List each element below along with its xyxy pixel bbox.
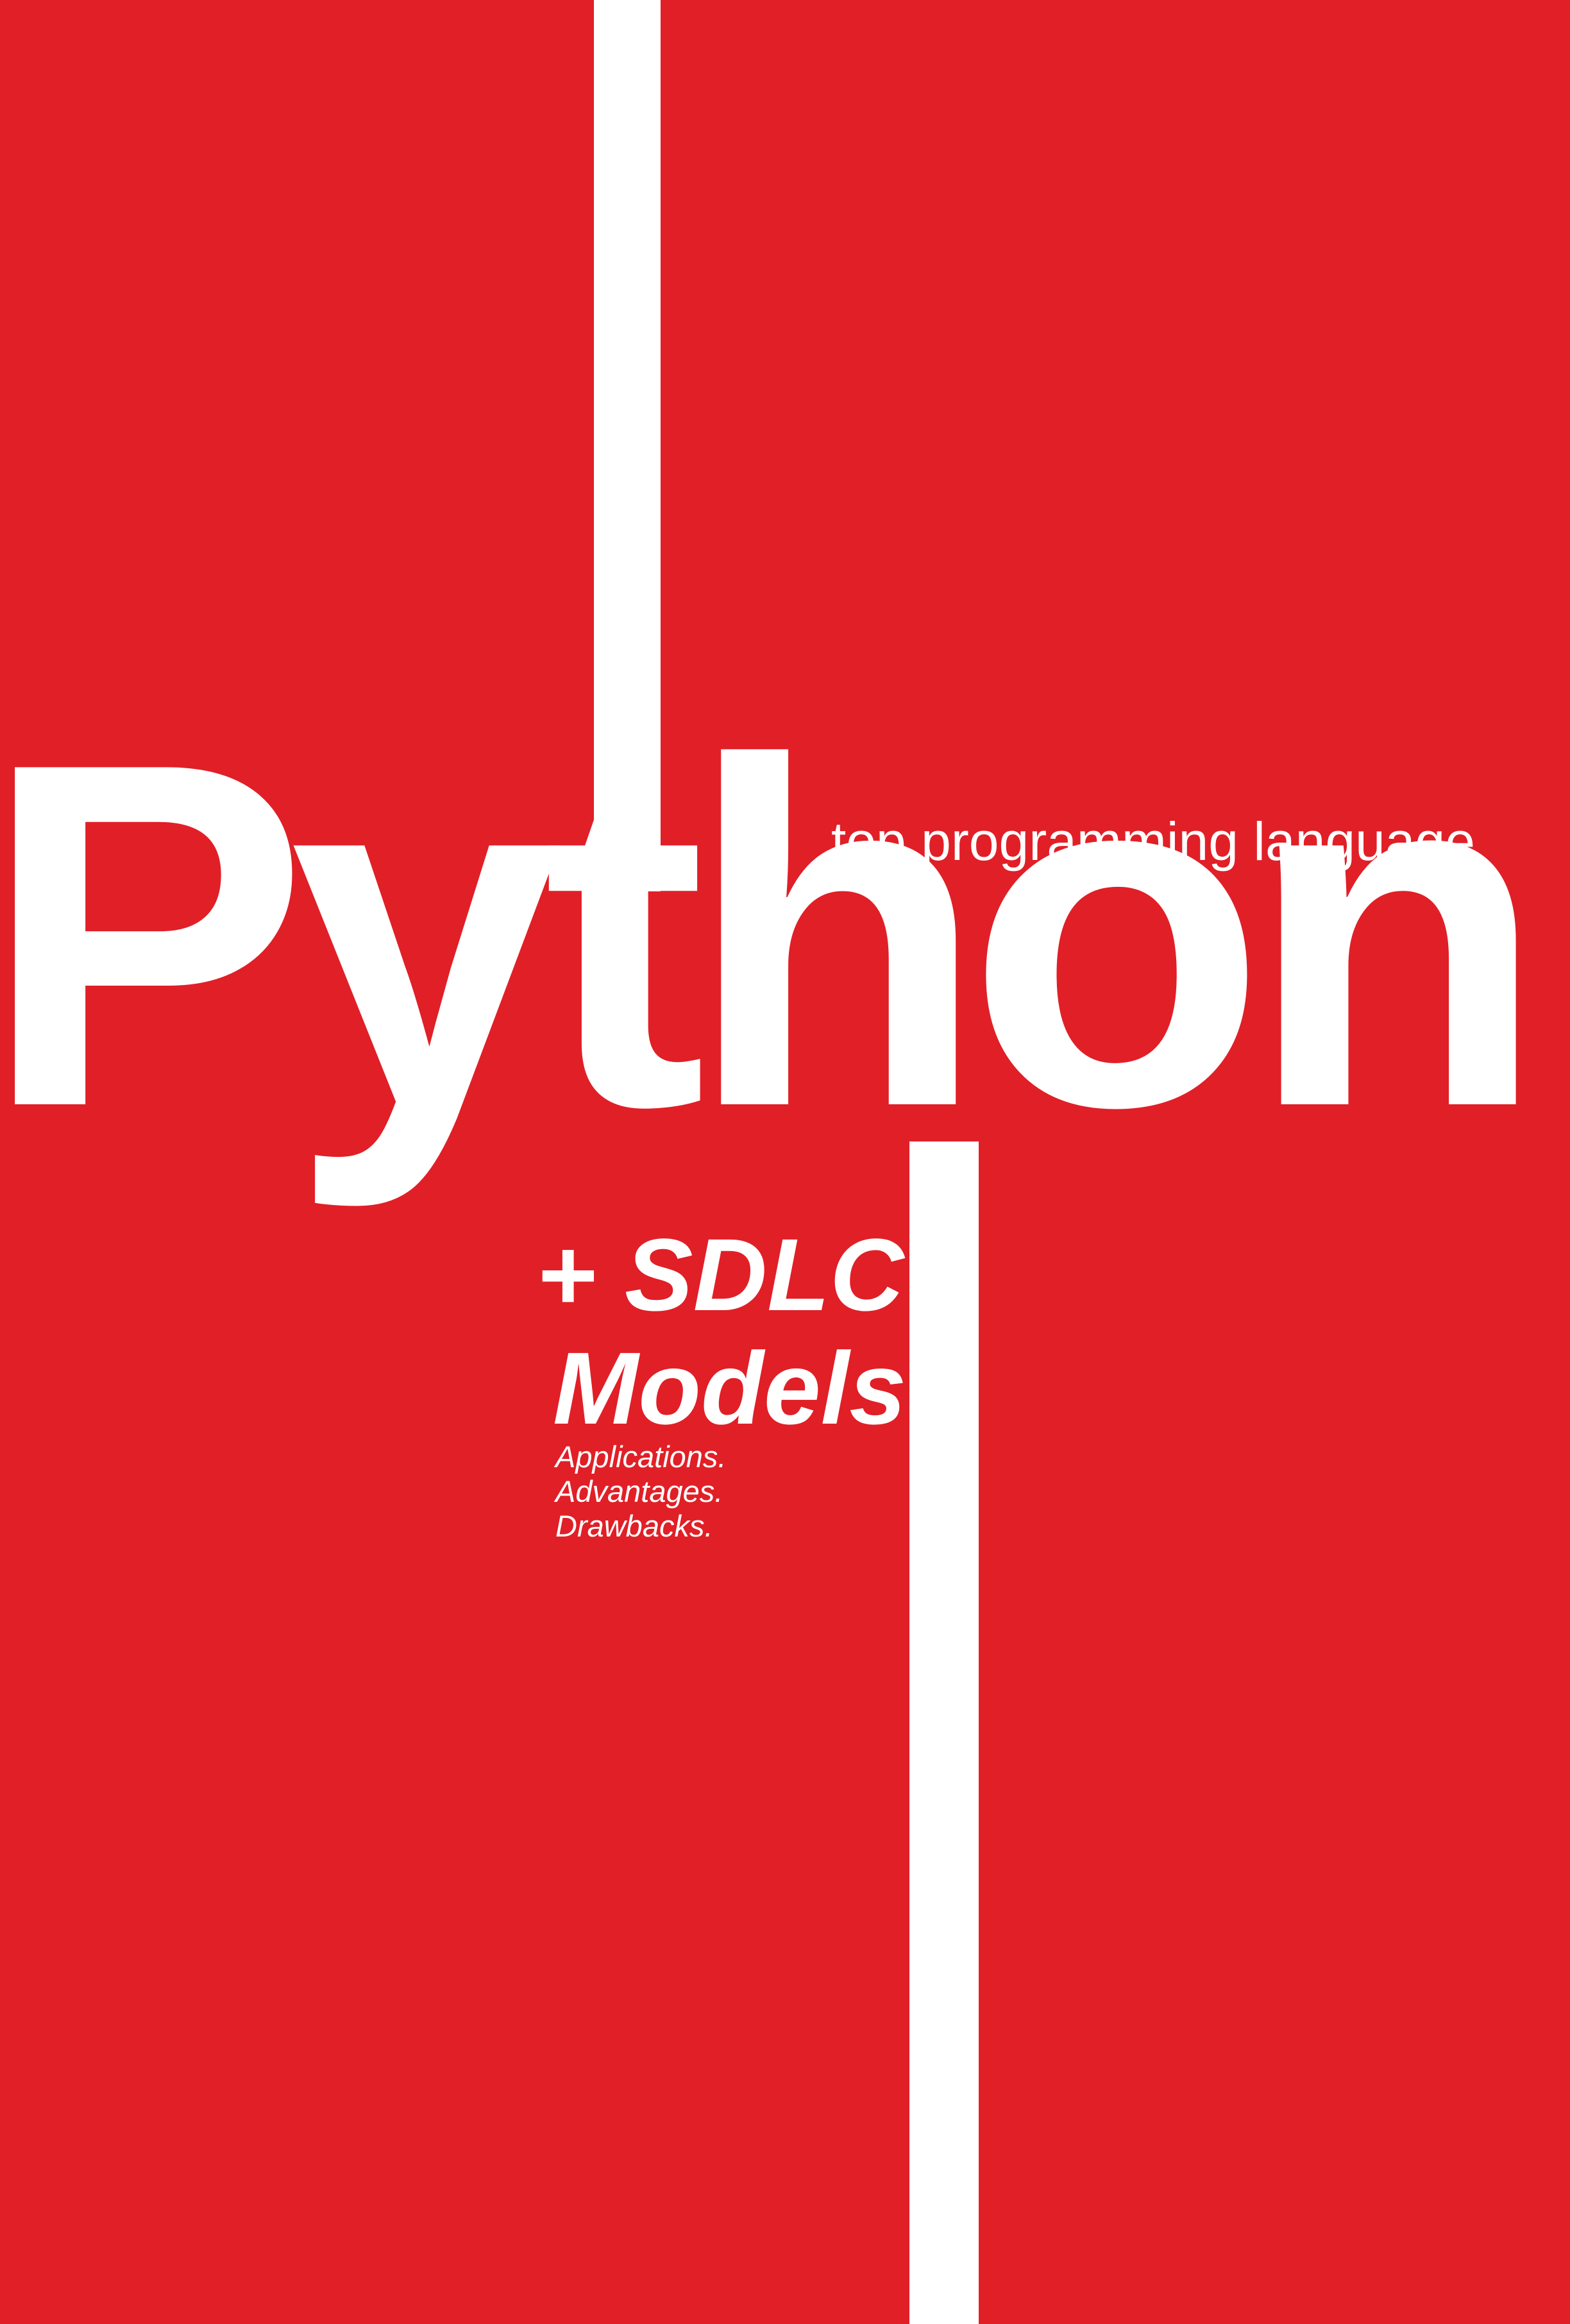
book-cover: Python top programming language + SDLC M… [0, 0, 1570, 2324]
cover-title: Python [0, 661, 1546, 1208]
subtitle-line-1: + SDLC [536, 1217, 904, 1332]
topic-item: Applications. [555, 1440, 727, 1474]
topic-item: Advantages. [555, 1474, 723, 1508]
subtitle-line-2: Models [553, 1331, 907, 1445]
topic-item: Drawbacks. [555, 1509, 713, 1543]
cover-tagline: top programming language [831, 811, 1475, 872]
topics-list: Applications. Advantages. Drawbacks. [555, 1440, 727, 1544]
white-stripe-bottom [909, 1141, 979, 2324]
